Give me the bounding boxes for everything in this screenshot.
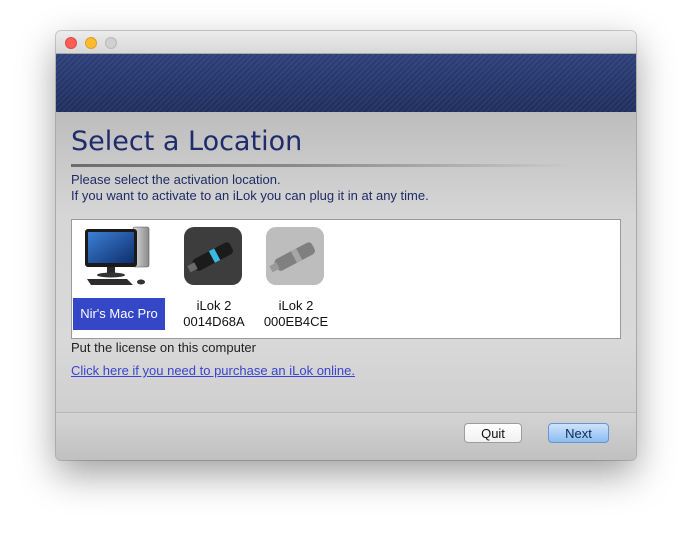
activation-window: Select a Location Please select the acti… — [56, 31, 636, 460]
instruction-text: Please select the activation location. — [71, 172, 281, 187]
location-serial: 0014D68A — [183, 314, 245, 329]
header-banner — [56, 54, 636, 112]
minimize-window-button[interactable] — [85, 37, 97, 49]
location-label: iLok 2 — [278, 298, 314, 313]
main-content: Select a Location Please select the acti… — [56, 112, 636, 412]
location-label: Nir's Mac Pro — [73, 298, 165, 330]
close-window-button[interactable] — [65, 37, 77, 49]
zoom-window-button[interactable] — [105, 37, 117, 49]
title-divider — [71, 164, 571, 167]
button-bar: Quit Next — [56, 412, 636, 460]
location-list[interactable]: Nir's Mac Pro iLok 2 0014D68A iLok 2 000… — [71, 219, 621, 339]
location-item-mac-pro[interactable]: Nir's Mac Pro — [72, 221, 165, 333]
mac-pro-computer-icon — [85, 226, 150, 285]
location-label: iLok 2 — [196, 298, 232, 313]
location-item-ilok-2[interactable]: iLok 2 000EB4CE — [251, 221, 341, 333]
page-title: Select a Location — [71, 126, 303, 157]
purchase-ilok-link[interactable]: Click here if you need to purchase an iL… — [71, 363, 355, 378]
quit-button[interactable]: Quit — [464, 423, 522, 443]
location-serial: 000EB4CE — [263, 314, 329, 329]
ilok-dongle-icon — [266, 227, 324, 285]
selection-description: Put the license on this computer — [71, 340, 256, 355]
instruction-text-secondary: If you want to activate to an iLok you c… — [71, 188, 429, 203]
next-button[interactable]: Next — [548, 423, 609, 443]
location-item-ilok-1[interactable]: iLok 2 0014D68A — [169, 221, 259, 333]
ilok-dongle-icon — [184, 227, 242, 285]
title-bar[interactable] — [56, 31, 636, 54]
